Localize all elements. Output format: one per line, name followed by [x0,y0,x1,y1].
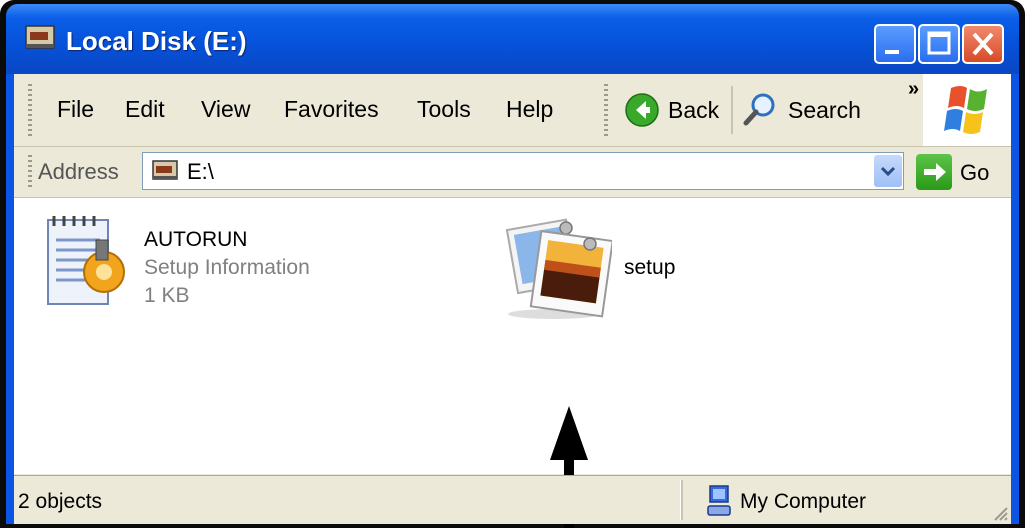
back-button[interactable]: Back [624,88,730,132]
drive-icon [152,160,178,180]
resize-grip-icon[interactable] [991,504,1009,522]
image-file-icon [505,218,612,319]
address-label: Address [38,159,119,184]
search-icon [743,93,775,126]
go-label[interactable]: Go [960,160,989,186]
menu-grip[interactable] [28,84,32,136]
address-value: E:\ [187,159,214,184]
close-button[interactable] [962,24,1004,64]
window-client: File Edit View Favorites Tools Help Back [14,74,1011,528]
toolbar-separator [731,86,733,134]
menu-tools[interactable]: Tools [417,96,471,123]
status-location: My Computer [740,490,867,513]
go-button[interactable] [916,154,952,190]
file-type-autorun: Setup Information [144,256,310,279]
file-view: AUTORUN Setup Information 1 KB setup [14,198,1011,528]
windows-logo [923,74,1011,146]
maximize-button[interactable] [918,24,960,64]
go-arrow-icon [924,163,946,181]
status-objects: 2 objects [18,490,103,513]
window-title: Local Disk (E:) [66,26,247,56]
status-bar: 2 objects My Computer [14,475,1011,524]
minimize-icon [885,50,899,54]
setup-information-icon [47,216,125,305]
maximize-icon [927,31,951,55]
address-input[interactable]: E:\ [142,152,904,190]
back-label: Back [668,96,720,123]
menu-edit[interactable]: Edit [125,96,165,123]
chevron-down-icon [880,166,896,177]
menu-file[interactable]: File [57,96,94,123]
address-dropdown-button[interactable] [874,155,902,187]
menu-help[interactable]: Help [506,96,553,123]
my-computer-icon [707,485,731,516]
menu-favorites[interactable]: Favorites [284,96,379,123]
search-label: Search [788,96,861,123]
minimize-button[interactable] [874,24,916,64]
toolbar-overflow-chevron[interactable]: » [908,78,919,101]
status-divider [680,480,683,520]
explorer-window: Local Disk (E:) File Edit View Favorites… [0,0,1025,528]
back-arrow-icon [625,93,659,127]
windows-flag-icon [944,86,987,134]
file-name-autorun: AUTORUN [144,228,248,251]
menu-view[interactable]: View [201,96,250,123]
search-button[interactable]: Search [742,88,861,132]
title-bar[interactable]: Local Disk (E:) [6,4,1019,74]
address-bar: Address E:\ Go [14,147,1011,198]
file-size-autorun: 1 KB [144,284,190,307]
close-icon [972,32,994,56]
address-grip[interactable] [28,155,32,189]
menu-toolbar: File Edit View Favorites Tools Help Back [14,74,1011,147]
drive-icon [25,25,55,49]
toolbar-grip[interactable] [604,84,608,136]
window-frame: Local Disk (E:) File Edit View Favorites… [6,4,1019,528]
file-name-setup: setup [624,256,676,279]
